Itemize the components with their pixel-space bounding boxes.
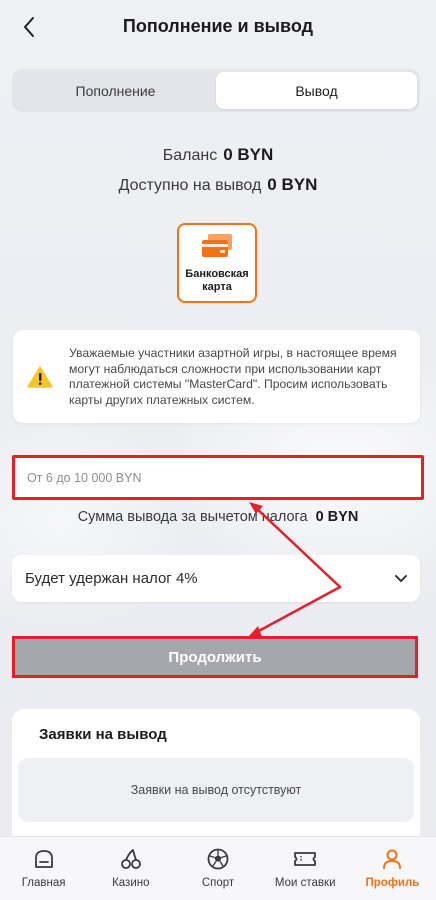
bank-card-icon <box>200 233 234 264</box>
profile-icon <box>383 849 402 869</box>
tax-label: Будет удержан налог 4% <box>25 570 198 587</box>
continue-highlight: Продолжить <box>12 636 418 678</box>
net-amount-value: 0 BYN <box>315 509 359 525</box>
net-amount-row: Сумма вывода за вычетом налога 0 BYN <box>0 509 436 525</box>
tax-dropdown[interactable]: Будет удержан налог 4% <box>12 555 420 602</box>
nav-item-my-bets[interactable]: Мои ставки <box>262 837 349 900</box>
withdraw-requests-panel: Заявки на вывод Заявки на вывод отсутств… <box>12 709 420 849</box>
home-icon <box>34 850 53 868</box>
tab-withdraw[interactable]: Вывод <box>216 72 417 109</box>
nav-label-my-bets: Мои ставки <box>274 877 336 889</box>
payment-method-label: Банковская карта <box>185 268 249 293</box>
tab-deposit[interactable]: Пополнение <box>15 72 216 109</box>
warning-icon <box>27 365 53 394</box>
header: Пополнение и вывод <box>0 0 436 56</box>
available-row: Доступно на вывод 0 BYN <box>0 175 436 195</box>
page-title: Пополнение и вывод <box>122 16 314 36</box>
bottom-nav: Главная Казино Спорт Мои ставки Профиль <box>0 836 436 900</box>
continue-button[interactable]: Продолжить <box>15 639 415 675</box>
nav-label-sport: Спорт <box>201 877 235 889</box>
balance-value: 0 BYN <box>223 145 274 164</box>
balance-row: Баланс 0 BYN <box>0 145 436 165</box>
nav-label-casino: Казино <box>112 877 150 889</box>
warning-text: Уважаемые участники азартной игры, в нас… <box>69 346 397 407</box>
available-label: Доступно на вывод <box>118 177 262 194</box>
requests-empty-state: Заявки на вывод отсутствуют <box>18 758 414 822</box>
requests-title: Заявки на вывод <box>39 726 167 743</box>
nav-item-casino[interactable]: Казино <box>87 837 174 900</box>
withdraw-amount-input[interactable] <box>15 458 421 497</box>
cherries-icon <box>120 849 141 869</box>
withdraw-amount-field <box>12 455 424 500</box>
net-amount-label: Сумма вывода за вычетом налога <box>77 509 308 525</box>
nav-label-home: Главная <box>21 877 66 889</box>
balance-label: Баланс <box>162 147 218 164</box>
available-value: 0 BYN <box>267 175 318 194</box>
tab-bar: Пополнение Вывод <box>12 69 420 112</box>
nav-label-profile: Профиль <box>365 877 420 889</box>
warning-banner: Уважаемые участники азартной игры, в нас… <box>13 330 420 423</box>
nav-item-profile[interactable]: Профиль <box>349 837 436 900</box>
soccer-ball-icon <box>207 848 229 870</box>
nav-item-home[interactable]: Главная <box>0 837 87 900</box>
payment-method-bank-card[interactable]: Банковская карта <box>177 223 257 303</box>
chevron-down-icon <box>394 571 408 589</box>
ticket-icon <box>294 852 317 866</box>
nav-item-sport[interactable]: Спорт <box>174 837 261 900</box>
